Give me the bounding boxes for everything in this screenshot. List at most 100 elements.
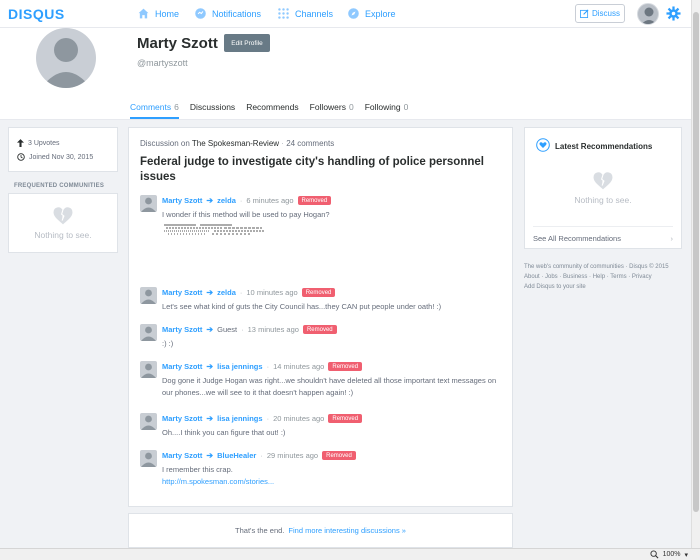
- separator: ·: [281, 139, 284, 148]
- separator: ·: [266, 414, 270, 423]
- disqus-logo[interactable]: DISQUS: [8, 6, 65, 22]
- nav-home-label: Home: [155, 8, 180, 19]
- tab-label: Followers: [309, 102, 346, 112]
- nav-channels[interactable]: Channels: [277, 7, 333, 20]
- top-navigation: DISQUS Home Notifications Channels Explo…: [0, 0, 700, 28]
- recommendations-card: Latest Recommendations Nothing to see. S…: [524, 127, 682, 249]
- comment-body: I wonder if this method will be used to …: [162, 210, 330, 219]
- vertical-scrollbar[interactable]: [691, 0, 700, 548]
- reply-to-user[interactable]: zelda: [217, 196, 236, 205]
- removed-badge: Removed: [301, 288, 336, 297]
- scrollbar-thumb[interactable]: [693, 12, 699, 512]
- user-avatar[interactable]: [637, 3, 659, 25]
- nav-home[interactable]: Home: [137, 7, 179, 20]
- comment-count[interactable]: 24 comments: [286, 139, 334, 148]
- nav-explore[interactable]: Explore: [347, 7, 396, 20]
- clock-icon: [17, 153, 25, 161]
- comment-author[interactable]: Marty Szott: [162, 414, 202, 423]
- commenter-avatar[interactable]: [140, 450, 157, 467]
- see-all-recommendations-link[interactable]: See All Recommendations ›: [533, 234, 673, 243]
- see-all-label: See All Recommendations: [533, 234, 621, 243]
- reply-arrow-icon: ➔: [206, 451, 214, 460]
- footer-links[interactable]: About · Jobs · Business · Help · Terms ·…: [524, 272, 689, 282]
- comment-body: Dog gone it Judge Hogan was right...we s…: [162, 376, 497, 397]
- profile-handle: @martyszott: [137, 58, 188, 68]
- broken-heart-icon: [52, 206, 74, 226]
- comment-time[interactable]: 10 minutes ago: [246, 288, 297, 297]
- comment-time[interactable]: 6 minutes ago: [246, 196, 293, 205]
- end-text: That's the end.: [235, 526, 285, 535]
- comment-author[interactable]: Marty Szott: [162, 325, 202, 334]
- tab-following[interactable]: Following 0: [365, 102, 409, 119]
- divider: [533, 226, 673, 227]
- zoom-control[interactable]: 100% ▾: [650, 550, 688, 559]
- tab-recommends[interactable]: Recommends: [246, 102, 298, 119]
- avatar-silhouette-icon: [141, 452, 156, 467]
- comment-meta: Marty Szott ➔ lisa jennings · 20 minutes…: [162, 414, 363, 423]
- arrow-up-icon: [17, 139, 24, 147]
- commenter-avatar[interactable]: [140, 361, 157, 378]
- avatar-silhouette-icon: [141, 197, 156, 212]
- reply-to-user[interactable]: zelda: [217, 288, 236, 297]
- tab-comments[interactable]: Comments 6: [130, 102, 179, 119]
- separator: ·: [239, 288, 243, 297]
- tab-label: Following: [364, 102, 401, 112]
- comment-link[interactable]: http://m.spokesman.com/stories...: [162, 476, 497, 488]
- commenter-avatar[interactable]: [140, 287, 157, 304]
- comment-body: I remember this crap. http://m.spokesman…: [162, 464, 497, 488]
- add-disqus-link[interactable]: Add Disqus to your site: [524, 282, 689, 292]
- nav-channels-label: Channels: [295, 8, 334, 19]
- commenter-avatar[interactable]: [140, 195, 157, 212]
- discussion-title[interactable]: Federal judge to investigate city's hand…: [140, 155, 500, 185]
- reply-arrow-icon: ➔: [206, 414, 214, 423]
- comment-body: :) :): [162, 339, 174, 348]
- tab-discussions[interactable]: Discussions: [190, 102, 235, 119]
- tab-followers[interactable]: Followers 0: [310, 102, 354, 119]
- edit-icon: [580, 9, 589, 18]
- zoom-icon: [650, 550, 659, 559]
- comment-author[interactable]: Marty Szott: [162, 196, 202, 205]
- reply-arrow-icon: ➔: [206, 288, 214, 297]
- nav-notifications[interactable]: Notifications: [194, 7, 261, 20]
- comment-time[interactable]: 20 minutes ago: [273, 414, 324, 423]
- communities-empty-text: Nothing to see.: [34, 230, 92, 240]
- separator: ·: [239, 196, 243, 205]
- comment-meta: Marty Szott ➔ BlueHealer · 29 minutes ag…: [162, 451, 356, 460]
- channels-icon: [278, 8, 289, 19]
- tab-count: 0: [403, 102, 409, 112]
- removed-badge: Removed: [297, 196, 332, 205]
- profile-header: Marty Szott Edit Profile @martyszott Com…: [0, 28, 691, 120]
- embedded-image-placeholder: [164, 224, 265, 235]
- find-more-discussions-link[interactable]: Find more interesting discussions »: [288, 526, 406, 535]
- avatar-silhouette-icon: [141, 363, 156, 378]
- joined-label: Joined Nov 30, 2015: [29, 153, 94, 161]
- avatar-silhouette-icon: [641, 7, 657, 24]
- commenter-avatar[interactable]: [140, 324, 157, 341]
- reply-to-user[interactable]: lisa jennings: [217, 362, 262, 371]
- chevron-right-icon: ›: [670, 234, 674, 243]
- reply-to-user[interactable]: lisa jennings: [217, 414, 262, 423]
- comment-author[interactable]: Marty Szott: [162, 362, 202, 371]
- comment-time[interactable]: 13 minutes ago: [248, 325, 299, 334]
- comment-time[interactable]: 29 minutes ago: [267, 451, 318, 460]
- reply-arrow-icon: ➔: [206, 325, 214, 334]
- tab-label: Recommends: [246, 102, 299, 112]
- forum-link[interactable]: The Spokesman-Review: [192, 139, 279, 148]
- recommendations-empty: Nothing to see.: [525, 158, 681, 218]
- gear-icon[interactable]: [666, 6, 681, 21]
- profile-avatar: [36, 28, 96, 88]
- comment-author[interactable]: Marty Szott: [162, 451, 202, 460]
- nav-explore-label: Explore: [365, 8, 396, 19]
- removed-badge: Removed: [322, 451, 356, 460]
- comment-author[interactable]: Marty Szott: [162, 288, 202, 297]
- separator: ·: [266, 362, 270, 371]
- discuss-button[interactable]: Discuss: [575, 4, 625, 23]
- comment-time[interactable]: 14 minutes ago: [273, 362, 324, 371]
- commenter-avatar[interactable]: [140, 413, 157, 430]
- browser-status-bar: 100% ▾: [0, 548, 700, 560]
- reply-to-user[interactable]: BlueHealer: [217, 451, 256, 460]
- edit-profile-button[interactable]: Edit Profile: [224, 34, 270, 52]
- profile-tabs: Comments 6 Discussions Recommends Followe…: [130, 102, 408, 119]
- joined-stat: Joined Nov 30, 2015: [17, 153, 93, 161]
- recommendations-title: Latest Recommendations: [555, 142, 653, 151]
